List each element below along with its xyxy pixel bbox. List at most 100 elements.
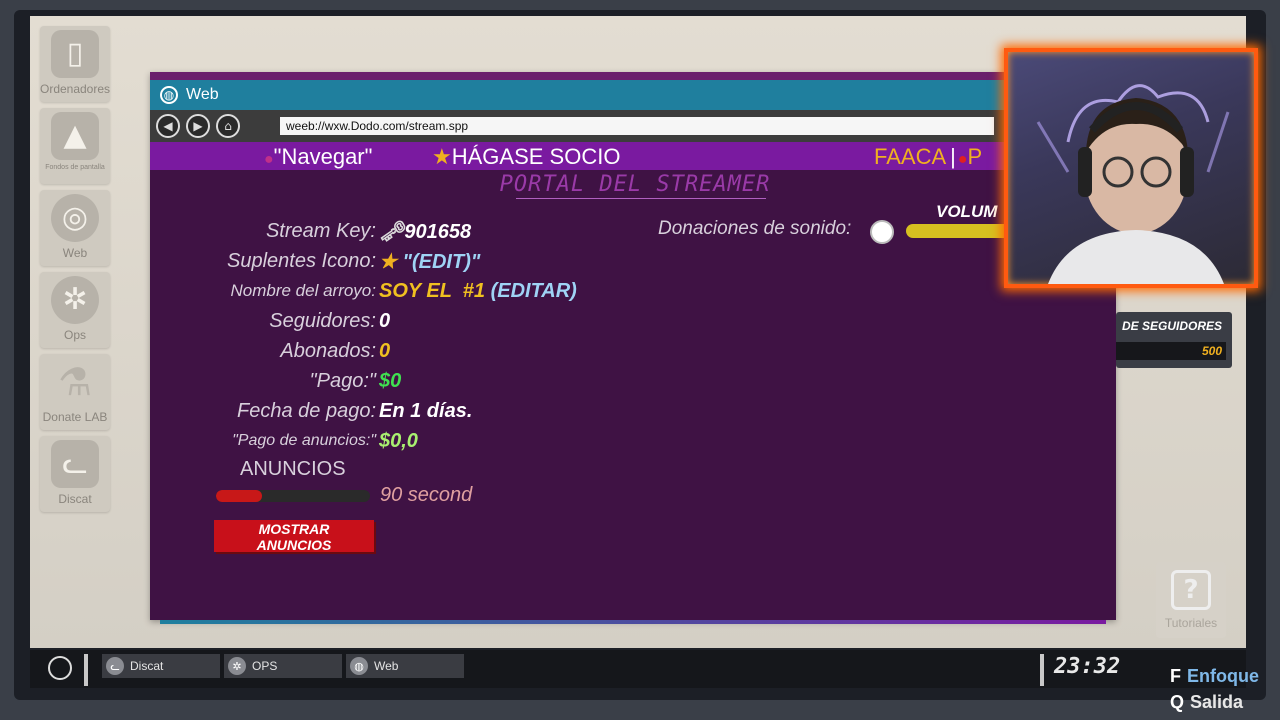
row-label: Stream Key:	[265, 219, 376, 242]
hint-focus: F Enfoque	[1170, 666, 1259, 687]
ads-label: ANUNCIOS	[240, 458, 346, 480]
window-title: Web	[186, 86, 219, 103]
taskbar-separator	[84, 654, 88, 686]
shuriken-icon: ✲	[51, 276, 99, 324]
desktop-icon-label: Discat	[58, 492, 92, 506]
desktop-icon-label: Ops	[63, 328, 86, 342]
home-button[interactable]: ⌂	[216, 114, 240, 138]
desktop-icon-donate-lab[interactable]: ⚗ Donate LAB	[40, 354, 110, 430]
volume-label: VOLUM	[936, 202, 998, 221]
row-label: "Pago:"	[309, 369, 376, 392]
desktop-icon-label: Web	[62, 246, 88, 260]
window-titlebar[interactable]: ◍ Web	[150, 80, 1116, 110]
show-ads-button[interactable]: MOSTRAR ANUNCIOS	[214, 520, 374, 553]
window-bottom-bar	[160, 620, 1106, 624]
row-payment: "Pago:" $0	[150, 366, 650, 396]
desktop-icon-ops[interactable]: ✲ Ops	[40, 272, 110, 348]
ads-progress-fill	[216, 490, 263, 502]
row-label: Abonados:	[280, 339, 376, 362]
row-label: "Pago de anuncios:"	[232, 432, 376, 449]
hint-label: Enfoque	[1187, 666, 1259, 686]
globe-icon: ◎	[51, 194, 99, 242]
help-icon: ?	[1171, 570, 1211, 610]
key-icon: 🗝	[379, 220, 405, 243]
clock-separator	[1040, 654, 1044, 686]
back-button[interactable]: ◀	[156, 114, 180, 138]
star-icon: ★	[379, 250, 397, 273]
sound-donations-label: Donaciones de sonido:	[658, 218, 852, 239]
row-subscribers: Abonados: 0	[150, 336, 650, 366]
cat-icon: ᓚ	[51, 440, 99, 488]
cat-icon: ᓚ	[106, 657, 124, 675]
taskbar-item-discat[interactable]: ᓚ Discat	[102, 654, 220, 678]
row-value[interactable]: SOY EL #1 (EDITAR)	[379, 280, 577, 303]
image-icon: ▲	[51, 112, 99, 160]
row-ad-payment: "Pago de anuncios:" $0,0	[150, 426, 650, 456]
desktop-icon-web[interactable]: ◎ Web	[40, 190, 110, 266]
row-value[interactable]: 🗝901658	[379, 219, 471, 244]
taskbar-item-web[interactable]: ◍ Web	[346, 654, 464, 678]
hint-exit: Q Salida	[1170, 692, 1243, 713]
partner-link[interactable]: ★HÁGASE SOCIO	[432, 144, 620, 170]
record-icon: ●	[957, 151, 968, 168]
volume-slider[interactable]	[906, 224, 1016, 238]
navigate-link[interactable]: ●"Navegar"	[264, 144, 372, 170]
star-icon: ★	[432, 144, 452, 169]
desktop-icon-label: Donate LAB	[42, 410, 108, 424]
tutorials-button[interactable]: ? Tutoriales	[1156, 562, 1226, 638]
shuriken-icon: ✲	[228, 657, 246, 675]
row-stream-key: Stream Key: 🗝901658	[150, 216, 650, 246]
flask-icon: ⚗	[57, 360, 93, 404]
globe-icon: ◍	[160, 86, 178, 104]
hint-key: F	[1170, 666, 1181, 686]
row-value: $0	[379, 369, 402, 392]
browser-navbar: ◀ ▶ ⌂ weeb://wxw.Dodo.com/stream.spp	[150, 110, 1116, 142]
url-bar[interactable]: weeb://wxw.Dodo.com/stream.spp	[280, 117, 994, 135]
portal-title: PORTAL DEL STREAMER	[499, 172, 771, 197]
ads-time: 90 second	[380, 484, 473, 506]
row-label: Suplentes Icono:	[227, 249, 376, 272]
desktop-icon-wallpapers[interactable]: ▲ Fondos de pantalla	[40, 108, 110, 184]
hint-label: Salida	[1190, 692, 1244, 712]
webcam-overlay	[1004, 48, 1258, 288]
computer-tower-icon: ▯	[51, 30, 99, 78]
followers-goal-title: DE SEGUIDORES	[1122, 319, 1223, 333]
site-menu-bar: ●"Navegar" ★HÁGASE SOCIO FAACA | ●P	[150, 142, 1116, 170]
row-icon: Suplentes Icono: ★ "(EDIT)"	[150, 246, 650, 276]
menu-separator: |	[950, 144, 956, 169]
ads-progress-bar	[216, 490, 370, 502]
window-top-strip	[150, 72, 1116, 80]
desktop-icon-ordenadores[interactable]: ▯ Ordenadores	[40, 26, 110, 102]
forward-button[interactable]: ▶	[186, 114, 210, 138]
browse-icon: ●	[264, 151, 274, 168]
row-stream-name: Nombre del arroyo: SOY EL #1 (EDITAR)	[150, 276, 650, 306]
start-button[interactable]	[48, 656, 72, 680]
taskbar-clock: 23:32	[1054, 654, 1121, 679]
row-value: 0	[379, 309, 391, 332]
desktop-icon-label: Fondos de pantalla	[45, 164, 105, 171]
webcam-picture	[1036, 84, 1230, 284]
row-value[interactable]: ★ "(EDIT)"	[379, 249, 480, 274]
row-value: $0,0	[379, 429, 418, 452]
row-value: 0	[379, 339, 391, 362]
edit-name-link: (EDITAR)	[490, 279, 577, 302]
title-underline	[516, 198, 766, 199]
globe-icon: ◍	[350, 657, 368, 675]
sound-donations-toggle[interactable]	[870, 220, 894, 244]
row-value: En 1 días.	[379, 399, 473, 422]
partial-menu-label: P	[967, 144, 983, 169]
faq-link[interactable]: FAACA | ●P	[874, 144, 982, 170]
row-payment-date: Fecha de pago: En 1 días.	[150, 396, 650, 426]
hint-key: Q	[1170, 692, 1185, 712]
taskbar: ᓚ Discat ✲ OPS ◍ Web 23:32	[30, 650, 1246, 688]
followers-goal-value: 500	[1201, 344, 1222, 358]
row-followers: Seguidores: 0	[150, 306, 650, 336]
followers-goal-widget: DE SEGUIDORES 500	[1116, 312, 1232, 368]
desktop-icon-discat[interactable]: ᓚ Discat	[40, 436, 110, 512]
row-label: Fecha de pago:	[237, 399, 376, 422]
browser-window: ◍ Web ◀ ▶ ⌂ weeb://wxw.Dodo.com/stream.s…	[150, 72, 1116, 624]
desktop-icon-label: Ordenadores	[39, 82, 111, 96]
taskbar-item-ops[interactable]: ✲ OPS	[224, 654, 342, 678]
row-label: Nombre del arroyo:	[230, 281, 376, 300]
tutorials-label: Tutoriales	[1164, 616, 1218, 630]
